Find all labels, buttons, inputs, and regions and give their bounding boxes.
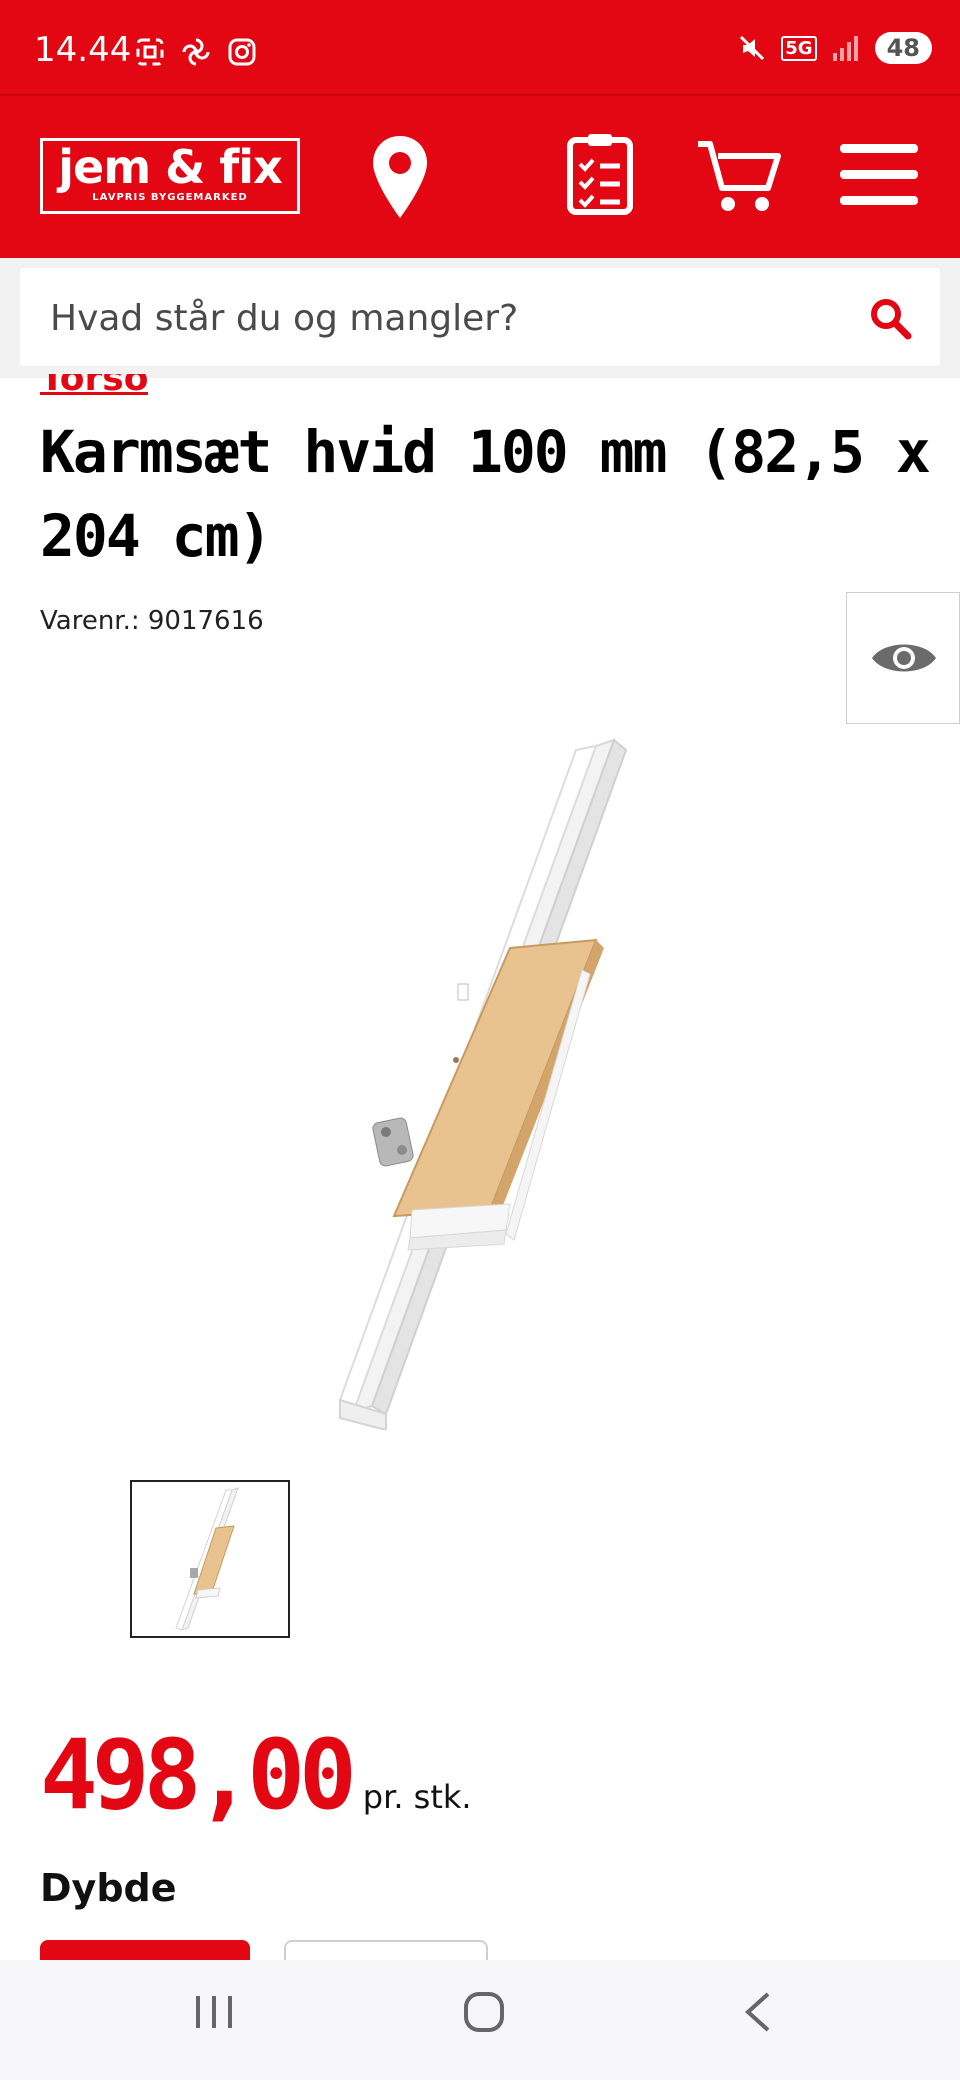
thumbnail-image (175, 1487, 239, 1631)
site-header: jem & fix LAVPRIS BYGGEMARKED (0, 96, 960, 258)
navigation-bar (0, 1960, 960, 2080)
cart-icon[interactable] (696, 136, 782, 216)
product-sku: Varenr.: 9017616 (40, 606, 264, 636)
mute-icon (740, 35, 765, 61)
recent-apps-icon[interactable] (192, 1990, 236, 2034)
search-box (20, 268, 940, 366)
status-time: 14.44 (34, 30, 132, 70)
price-unit: pr. stk. (362, 1778, 472, 1816)
signal-icon (832, 36, 858, 61)
fan-icon (182, 38, 210, 66)
instagram-icon (228, 38, 256, 66)
status-bar: 14.44 5G 48 (0, 0, 960, 94)
logo-tagline: LAVPRIS BYGGEMARKED (92, 192, 248, 203)
checklist-icon[interactable] (566, 132, 634, 216)
back-icon[interactable] (738, 1990, 782, 2034)
search-input[interactable] (50, 288, 850, 348)
product-image[interactable] (260, 730, 700, 1430)
location-pin-icon[interactable] (370, 134, 430, 222)
home-icon[interactable] (462, 1990, 506, 2034)
view-button[interactable] (846, 592, 960, 724)
status-system-icons: 5G 48 (737, 32, 932, 64)
price-row: 498,00 pr. stk. (40, 1720, 472, 1830)
battery-indicator: 48 (874, 32, 932, 64)
product-title: Karmsæt hvid 100 mm (82,5 x 204 cm) (40, 418, 931, 570)
status-notification-icons (134, 36, 258, 68)
depth-label: Dybde (40, 1866, 177, 1910)
menu-icon[interactable] (838, 140, 920, 210)
search-icon[interactable] (868, 296, 912, 340)
site-logo[interactable]: jem & fix LAVPRIS BYGGEMARKED (40, 138, 300, 214)
logo-text: jem & fix (58, 140, 283, 194)
eye-icon (872, 644, 936, 672)
screenshot-icon (136, 38, 164, 66)
product-price: 498,00 (40, 1719, 357, 1831)
search-bar (0, 258, 960, 378)
network-type: 5G (781, 35, 817, 61)
product-thumbnail[interactable] (130, 1480, 290, 1638)
